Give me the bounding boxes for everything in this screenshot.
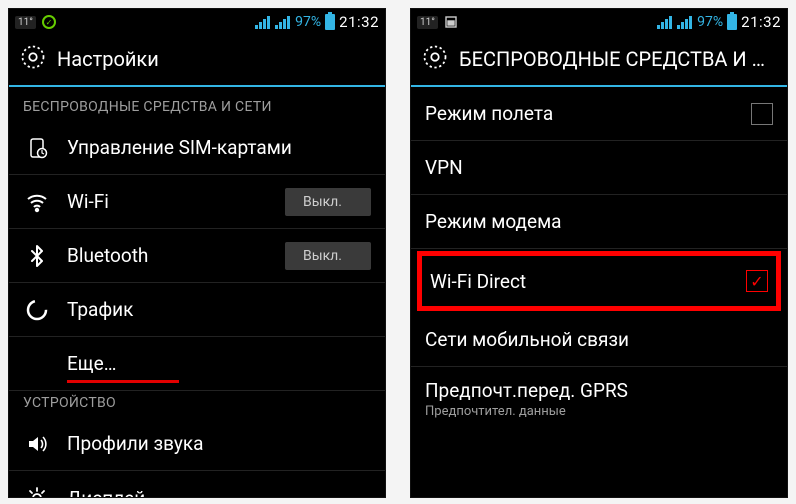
temp-indicator: 11°: [15, 16, 36, 29]
vpn-label: VPN: [425, 156, 773, 179]
mobile-networks-row[interactable]: Сети мобильной связи: [411, 313, 787, 367]
sim-icon: [23, 136, 51, 160]
bluetooth-row[interactable]: Bluetooth Выкл.: [9, 229, 385, 283]
vpn-row[interactable]: VPN: [411, 141, 787, 195]
battery-icon: [727, 14, 737, 30]
display-label: Дисплей: [67, 487, 371, 498]
wifi-row[interactable]: Wi-Fi Выкл.: [9, 175, 385, 229]
gprs-pref-row[interactable]: Предпочт.перед. GPRS Предпочтител. данны…: [411, 367, 787, 431]
mobile-networks-label: Сети мобильной связи: [425, 328, 773, 351]
brightness-icon: [23, 486, 51, 497]
clock: 21:32: [339, 13, 379, 31]
signal-bars-1-icon: [657, 15, 673, 29]
sim-management-label: Управление SIM-картами: [67, 136, 371, 159]
battery-percent: 97%: [697, 14, 723, 30]
gprs-pref-sublabel: Предпочтител. данные: [425, 404, 773, 419]
highlight-frame: Wi-Fi Direct ✓: [417, 251, 781, 311]
status-bar: 11° ✓ 97% 21:32: [9, 9, 385, 35]
status-bar: 11° 97% 21:32: [411, 9, 787, 35]
wireless-list: Режим полета VPN Режим модема Wi-Fi Dire…: [411, 87, 787, 497]
temp-indicator: 11°: [417, 16, 438, 29]
wifi-toggle[interactable]: Выкл.: [285, 188, 371, 216]
bluetooth-label: Bluetooth: [67, 244, 269, 267]
wifi-direct-label: Wi-Fi Direct: [430, 270, 730, 293]
signal-bars-1-icon: [255, 15, 271, 29]
airplane-mode-checkbox[interactable]: [751, 103, 773, 125]
data-usage-icon: [23, 298, 51, 322]
phone-right: 11° 97% 21:32 БЕСПРОВОДНЫЕ СРЕДСТВА И СЕ…: [410, 8, 788, 498]
airplane-mode-label: Режим полета: [425, 102, 735, 125]
bluetooth-icon: [23, 244, 51, 268]
display-row[interactable]: Дисплей: [9, 471, 385, 497]
signal-bars-2-icon: [275, 15, 291, 29]
sound-profiles-row[interactable]: Профили звука: [9, 417, 385, 471]
gear-icon: [19, 43, 47, 75]
status-indicator-icon: ✓: [42, 15, 56, 29]
clock: 21:32: [741, 13, 781, 31]
gprs-pref-label: Предпочт.перед. GPRS: [425, 379, 773, 402]
sound-icon: [23, 432, 51, 456]
wifi-direct-row[interactable]: Wi-Fi Direct ✓: [422, 256, 776, 306]
page-title: БЕСПРОВОДНЫЕ СРЕДСТВА И СЕ…: [459, 47, 777, 71]
battery-icon: [325, 14, 335, 30]
section-wireless-header: БЕСПРОВОДНЫЕ СРЕДСТВА И СЕТИ: [9, 87, 385, 121]
sim-management-row[interactable]: Управление SIM-картами: [9, 121, 385, 175]
settings-header: Настройки: [9, 35, 385, 87]
wifi-label: Wi-Fi: [67, 190, 269, 213]
screenshot-icon: [444, 15, 458, 29]
airplane-mode-row[interactable]: Режим полета: [411, 87, 787, 141]
traffic-row[interactable]: Трафик: [9, 283, 385, 337]
tethering-label: Режим модема: [425, 210, 773, 233]
wifi-icon: [23, 190, 51, 214]
sound-profiles-label: Профили звука: [67, 432, 371, 455]
gear-icon: [421, 43, 449, 75]
tethering-row[interactable]: Режим модема: [411, 195, 787, 249]
signal-bars-2-icon: [677, 15, 693, 29]
page-title: Настройки: [57, 47, 159, 71]
bluetooth-toggle[interactable]: Выкл.: [285, 242, 371, 270]
phone-left: 11° ✓ 97% 21:32 Настройки БЕСПРОВОДНЫЕ С…: [8, 8, 386, 498]
settings-list: БЕСПРОВОДНЫЕ СРЕДСТВА И СЕТИ Управление …: [9, 87, 385, 497]
battery-percent: 97%: [295, 14, 321, 30]
section-device-header: УСТРОЙСТВО: [9, 383, 385, 417]
wireless-header: БЕСПРОВОДНЫЕ СРЕДСТВА И СЕ…: [411, 35, 787, 87]
wifi-direct-checkbox[interactable]: ✓: [746, 270, 768, 292]
traffic-label: Трафик: [67, 298, 371, 321]
more-label: Еще…: [67, 352, 371, 375]
